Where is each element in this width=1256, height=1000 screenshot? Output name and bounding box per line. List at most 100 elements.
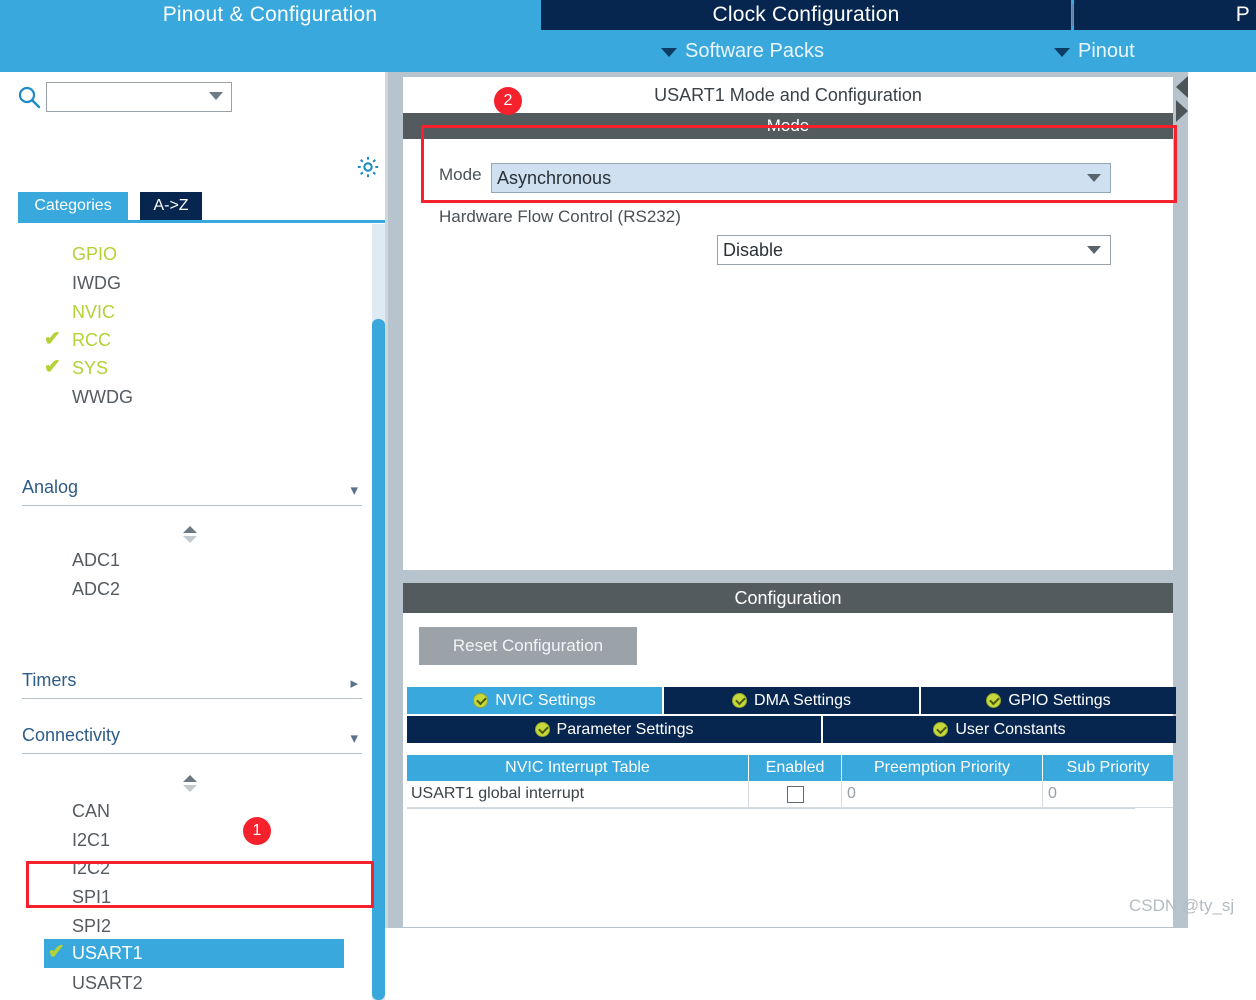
tab-a-to-z[interactable]: A->Z [140, 192, 202, 220]
arrow-left-icon[interactable] [1176, 76, 1188, 98]
tab-nvic-settings[interactable]: NVIC Settings [407, 687, 662, 714]
check-circle-icon [732, 693, 748, 708]
tab-user-constants[interactable]: User Constants [823, 716, 1176, 743]
annotation-badge-2: 2 [494, 87, 522, 115]
chevron-down-icon[interactable] [1087, 174, 1101, 182]
tree-item-label: IWDG [72, 272, 121, 293]
table-row[interactable]: USART1 global interrupt [407, 781, 749, 808]
tab-dma-settings[interactable]: DMA Settings [664, 687, 919, 714]
table-cell-enabled[interactable] [749, 781, 842, 808]
checkmark-icon: ✔ [44, 356, 61, 378]
chevron-down-icon[interactable] [1087, 246, 1101, 254]
spinner-down-icon[interactable] [183, 785, 197, 792]
sidebar-scrollbar-thumb[interactable] [372, 319, 385, 1000]
field-mode-label: Mode [439, 165, 482, 184]
chevron-right-icon: ▸ [350, 675, 358, 692]
table-cell-preemption[interactable]: 0 [842, 781, 1043, 808]
mode-dropdown[interactable]: Asynchronous [491, 163, 1111, 193]
watermark: CSDN @ty_sj [1129, 896, 1235, 915]
tree-item-label: I2C1 [72, 829, 111, 850]
table-header-interrupt[interactable]: NVIC Interrupt Table [407, 755, 749, 781]
spinner-down-icon[interactable] [183, 536, 197, 543]
top-navigation-bar: Pinout & Configuration Clock Configurati… [0, 0, 1256, 72]
tree-group-label: Timers [22, 670, 77, 690]
table-header-preemption[interactable]: Preemption Priority [842, 755, 1043, 781]
analog-scroll-spinner[interactable] [183, 526, 201, 546]
sidebar-panel: Categories A->Z GPIO IWDG NVIC ✔ RCC ✔ S… [0, 72, 388, 1000]
search-input[interactable] [50, 83, 200, 111]
tab-divider [1072, 4, 1073, 26]
enabled-checkbox[interactable] [786, 785, 804, 803]
tree-item-label: GPIO [72, 243, 118, 264]
field-hardware-flow-control: Hardware Flow Control (RS232) [439, 207, 681, 227]
category-tabs-underline [18, 220, 388, 223]
connectivity-scroll-spinner[interactable] [183, 775, 201, 795]
hardware-flow-control-dropdown[interactable]: Disable [717, 235, 1111, 265]
tree-group-label: Connectivity [22, 725, 121, 745]
pinout-preview-panel: RCC_ RCC_OS [1188, 72, 1256, 928]
chevron-down-icon [1054, 47, 1070, 57]
spinner-up-icon[interactable] [183, 775, 197, 782]
tree-item-label: SYS [72, 357, 109, 378]
tree-group-timers[interactable]: Timers ▸ [22, 663, 362, 699]
tree-item-label: RCC [72, 329, 111, 350]
check-circle-icon [534, 722, 550, 737]
tab-nvic-settings-label: NVIC Settings [495, 691, 596, 709]
arrow-right-icon[interactable] [1176, 100, 1188, 122]
tab-pinout-configuration[interactable]: Pinout & Configuration [0, 0, 540, 30]
peripheral-tree: GPIO IWDG NVIC ✔ RCC ✔ SYS WWDG Analog ▾… [0, 224, 388, 1000]
center-right-splitter[interactable] [1176, 72, 1188, 928]
chevron-down-icon [661, 47, 677, 57]
tree-item-label: ADC2 [72, 578, 121, 599]
tree-item-label: USART2 [72, 972, 143, 993]
tree-group-connectivity[interactable]: Connectivity ▾ [22, 718, 362, 754]
mode-section-header: Mode [403, 113, 1173, 139]
menu-software-packs[interactable]: Software Packs [661, 30, 824, 72]
tab-gpio-settings[interactable]: GPIO Settings [921, 687, 1176, 714]
sidebar-search-row [0, 78, 388, 118]
tab-categories[interactable]: Categories [18, 192, 128, 220]
table-bottom-divider [407, 808, 1135, 809]
chevron-down-icon[interactable] [209, 92, 223, 100]
app-root: Pinout & Configuration Clock Configurati… [0, 0, 1256, 1000]
search-icon [17, 85, 41, 114]
sub-navigation-bar: Software Packs Pinout [0, 30, 1256, 72]
tree-item-label: SPI1 [72, 886, 112, 907]
tree-item-label: NVIC [72, 301, 116, 322]
tree-group-analog[interactable]: Analog ▾ [22, 470, 362, 506]
tree-item-label: USART1 [72, 943, 143, 963]
tab-parameter-settings-label: Parameter Settings [556, 720, 694, 738]
mode-panel: USART1 Mode and Configuration Mode Mode … [402, 76, 1174, 571]
configuration-panel: Configuration Reset Configuration NVIC S… [402, 582, 1176, 928]
checkmark-icon: ✔ [48, 941, 65, 963]
configuration-section-header: Configuration [403, 583, 1173, 613]
hardware-flow-control-value: Disable [723, 239, 784, 260]
table-header-sub-priority[interactable]: Sub Priority [1043, 755, 1173, 781]
tree-item-label: SPI2 [72, 915, 112, 936]
menu-pinout[interactable]: Pinout [1054, 30, 1135, 72]
chevron-down-icon: ▾ [350, 730, 358, 747]
menu-software-packs-label: Software Packs [685, 39, 824, 62]
menu-pinout-label: Pinout [1078, 39, 1135, 62]
tree-item-label: I2C2 [72, 857, 111, 878]
center-panel: USART1 Mode and Configuration Mode Mode … [388, 72, 1188, 928]
gear-icon[interactable] [355, 154, 381, 185]
annotation-badge-1: 1 [243, 817, 271, 845]
tab-project-manager[interactable]: P [1074, 0, 1256, 30]
tree-item-label: ADC1 [72, 549, 121, 570]
tree-item-label: CAN [72, 800, 111, 821]
reset-configuration-button[interactable]: Reset Configuration [419, 627, 637, 665]
table-cell-sub-priority[interactable]: 0 [1043, 781, 1173, 808]
tab-clock-configuration[interactable]: Clock Configuration [541, 0, 1071, 30]
field-mode: Mode [439, 165, 482, 185]
search-combo[interactable] [46, 82, 232, 112]
table-header-enabled[interactable]: Enabled [749, 755, 842, 781]
checkmark-icon: ✔ [44, 328, 61, 350]
spinner-up-icon[interactable] [183, 526, 197, 533]
tree-item-label: WWDG [72, 386, 133, 407]
check-circle-icon [986, 693, 1002, 708]
tree-group-label: Analog [22, 477, 79, 497]
check-circle-icon [473, 693, 489, 708]
tree-item-usart1[interactable]: ✔ USART1 [44, 939, 344, 968]
tab-parameter-settings[interactable]: Parameter Settings [407, 716, 821, 743]
